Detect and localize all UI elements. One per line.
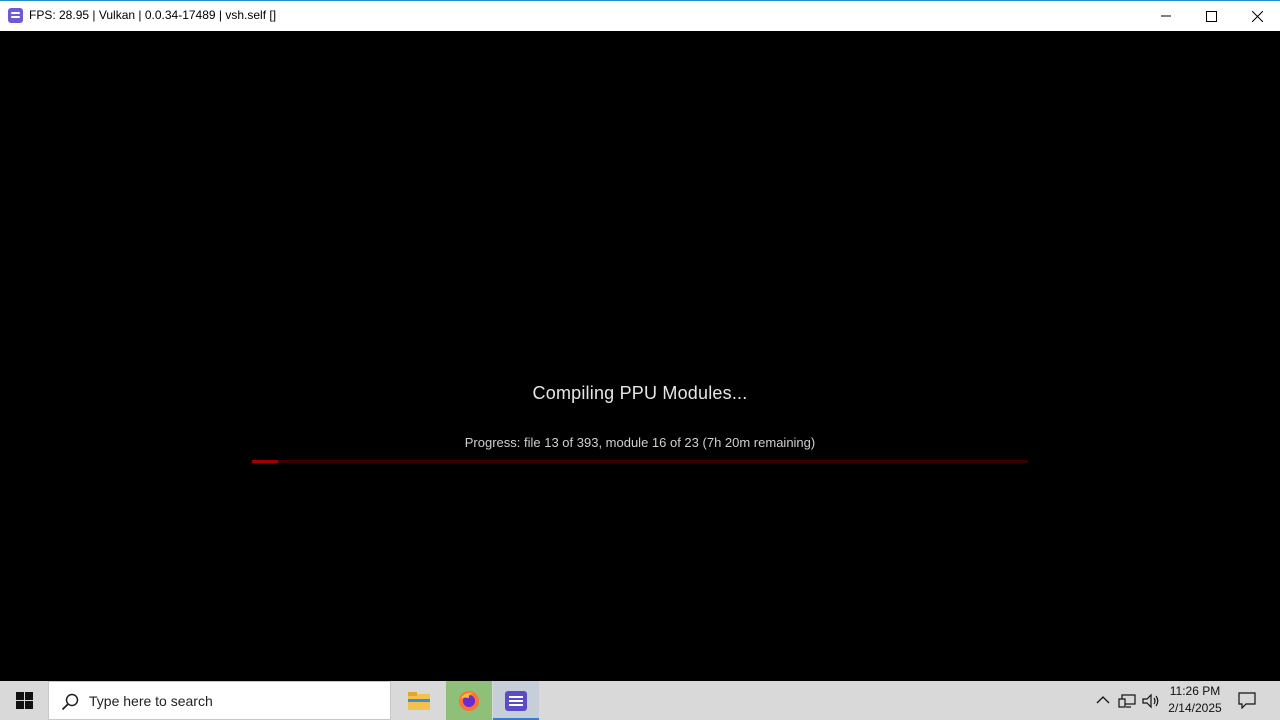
search-placeholder: Type here to search bbox=[89, 693, 213, 709]
progress-bar bbox=[252, 460, 1028, 463]
taskbar-rpcs3[interactable] bbox=[493, 681, 539, 720]
notification-icon[interactable] bbox=[1238, 692, 1256, 709]
close-icon bbox=[1251, 10, 1263, 22]
clock-time[interactable]: 11:26 PM bbox=[1166, 684, 1224, 698]
game-viewport: Compiling PPU Modules... Progress: file … bbox=[0, 31, 1280, 681]
progress-text: Progress: file 13 of 393, module 16 of 2… bbox=[464, 435, 816, 450]
start-button[interactable] bbox=[0, 681, 48, 720]
taskbar: Type here to search 11:26 PM 2/14/2025 bbox=[0, 681, 1280, 720]
taskbar-firefox[interactable] bbox=[446, 681, 492, 720]
windows-logo-icon bbox=[15, 692, 33, 709]
volume-icon[interactable] bbox=[1142, 693, 1160, 709]
minimize-button[interactable] bbox=[1143, 1, 1189, 31]
network-icon[interactable] bbox=[1118, 693, 1136, 709]
search-icon bbox=[61, 693, 79, 711]
window-title: FPS: 28.95 | Vulkan | 0.0.34-17489 | vsh… bbox=[29, 8, 277, 22]
progress-bar-fill bbox=[252, 460, 278, 463]
maximize-icon bbox=[1205, 10, 1217, 22]
taskbar-file-explorer[interactable] bbox=[396, 681, 442, 720]
minimize-icon bbox=[1161, 15, 1171, 17]
maximize-button[interactable] bbox=[1188, 1, 1234, 31]
firefox-icon bbox=[459, 690, 479, 711]
rpcs3-app-icon bbox=[8, 8, 23, 23]
compile-heading: Compiling PPU Modules... bbox=[532, 383, 748, 403]
rpcs3-icon bbox=[505, 690, 527, 711]
close-button[interactable] bbox=[1234, 1, 1280, 31]
clock-date[interactable]: 2/14/2025 bbox=[1164, 701, 1226, 715]
chevron-up-icon[interactable] bbox=[1096, 693, 1110, 707]
search-box[interactable]: Type here to search bbox=[48, 681, 391, 720]
title-bar: FPS: 28.95 | Vulkan | 0.0.34-17489 | vsh… bbox=[0, 0, 1280, 31]
file-explorer-icon bbox=[408, 691, 430, 710]
